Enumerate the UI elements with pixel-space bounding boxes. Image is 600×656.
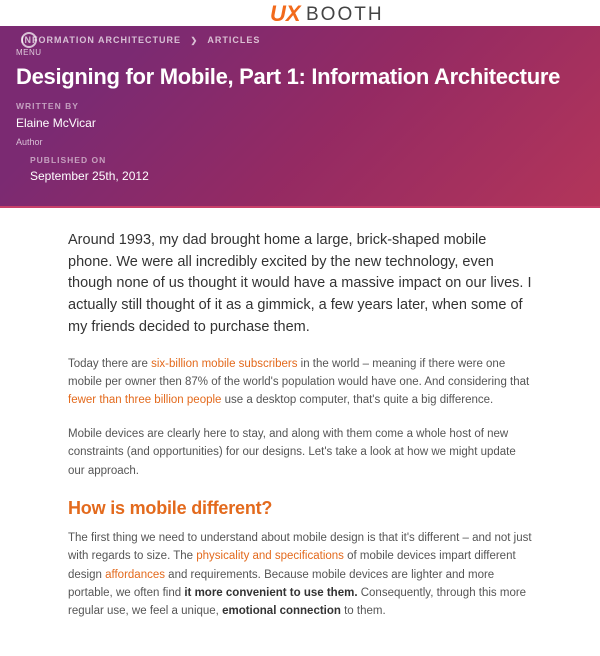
chevron-right-icon: ❯ (191, 36, 199, 45)
site-logo[interactable]: UX BOOTH (0, 0, 600, 26)
text-run: use a desktop computer, that's quite a b… (221, 394, 493, 406)
menu-label: MENU (16, 48, 42, 57)
menu-ring-icon (21, 32, 37, 48)
text-run: to them. (341, 605, 386, 617)
article-lede: Around 1993, my dad brought home a large… (68, 230, 532, 339)
article-paragraph-1: Today there are six-billion mobile subsc… (68, 355, 532, 410)
author-name[interactable]: Elaine McVicar (16, 114, 584, 133)
link-affordances[interactable]: affordances (105, 569, 165, 581)
article-paragraph-2: Mobile devices are clearly here to stay,… (68, 425, 532, 480)
bold-convenient: it more convenient to use them. (184, 587, 357, 599)
breadcrumb-level-2[interactable]: ARTICLES (207, 35, 260, 45)
logo-mark: UX (270, 1, 302, 26)
link-physicality[interactable]: physicality and specifications (196, 550, 344, 562)
section-heading-how-different: How is mobile different? (68, 495, 532, 523)
published-date: September 25th, 2012 (30, 167, 584, 186)
breadcrumb-level-1[interactable]: INFORMATION ARCHITECTURE (21, 35, 181, 45)
text-run: Today there are (68, 358, 151, 370)
logo-word: BOOTH (306, 4, 384, 25)
link-three-billion[interactable]: fewer than three billion people (68, 394, 221, 406)
menu-button[interactable]: MENU (16, 32, 42, 58)
article-header: MENU INFORMATION ARCHITECTURE ❯ ARTICLES… (0, 26, 600, 208)
author-role: Author (16, 136, 584, 150)
written-by-label: WRITTEN BY (16, 100, 584, 113)
article-paragraph-3: The first thing we need to understand ab… (68, 529, 532, 621)
published-on-label: PUBLISHED ON (30, 154, 584, 167)
bold-emotional: emotional connection (222, 605, 341, 617)
article-body: Around 1993, my dad brought home a large… (0, 208, 600, 656)
link-six-billion[interactable]: six-billion mobile subscribers (151, 358, 297, 370)
page-title: Designing for Mobile, Part 1: Informatio… (16, 64, 584, 90)
breadcrumb: INFORMATION ARCHITECTURE ❯ ARTICLES (21, 34, 584, 48)
